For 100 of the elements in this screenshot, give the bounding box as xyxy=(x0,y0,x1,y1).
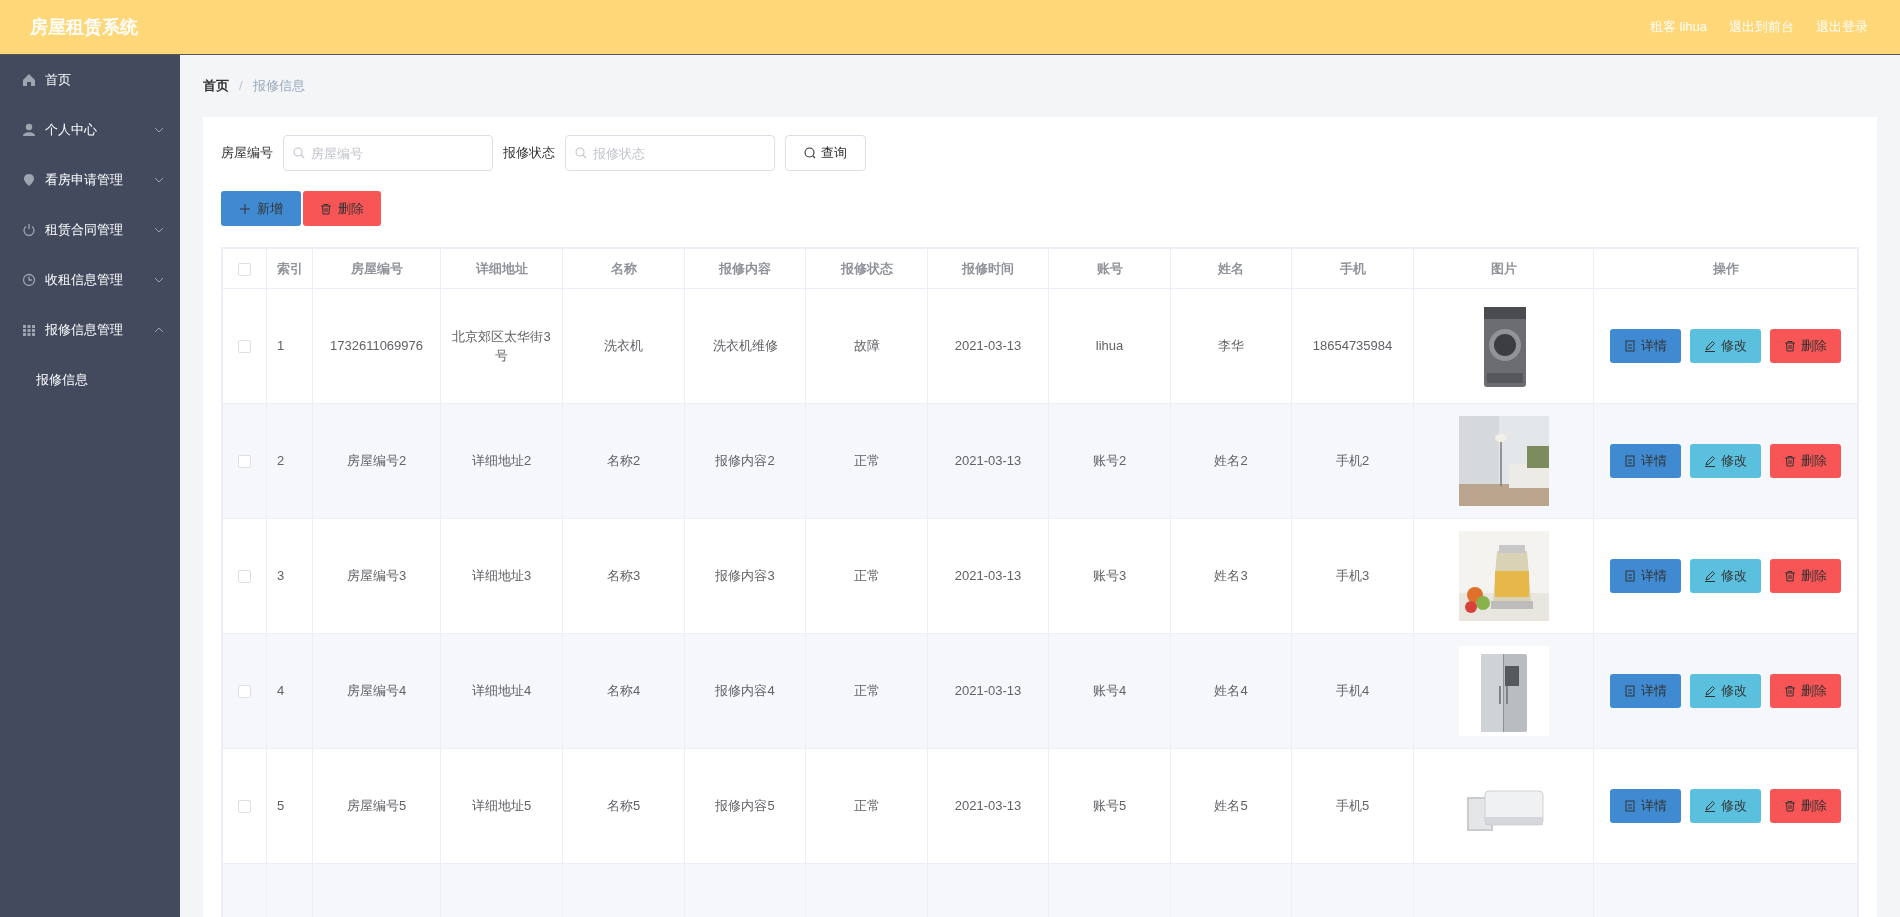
table-cell: 名称3 xyxy=(562,518,685,634)
table-cell: 姓名4 xyxy=(1170,633,1292,749)
edit-button[interactable]: 修改 xyxy=(1690,789,1761,823)
trash-icon xyxy=(320,202,332,215)
table-cell: 详细地址3 xyxy=(440,518,563,634)
sidebar-item[interactable]: 租赁合同管理 xyxy=(0,205,180,255)
table-cell: 手机3 xyxy=(1291,518,1414,634)
grid-icon xyxy=(22,323,36,337)
query-button[interactable]: 查询 xyxy=(785,135,866,171)
table-cell: 3 xyxy=(266,518,313,634)
table-cell: 2021-03-13 xyxy=(927,518,1049,634)
checkbox[interactable] xyxy=(238,800,251,814)
edit-button[interactable]: 修改 xyxy=(1690,674,1761,708)
search-field[interactable]: 房屋编号 xyxy=(283,135,493,171)
table-cell: 报修内容2 xyxy=(684,403,806,519)
detail-button[interactable]: 详情 xyxy=(1610,329,1681,363)
table-cell: 手机5 xyxy=(1291,748,1414,864)
table-cell: 房屋编号2 xyxy=(312,403,441,519)
table-cell: 名称4 xyxy=(562,633,685,749)
table-cell: 账号5 xyxy=(1048,748,1171,864)
table-cell: 5 xyxy=(266,748,313,864)
pencil-icon xyxy=(1704,800,1716,812)
checkbox[interactable] xyxy=(238,455,251,469)
plus-icon xyxy=(239,202,251,215)
breadcrumb-link[interactable]: 首页 xyxy=(203,76,229,96)
pencil-icon xyxy=(1704,570,1716,582)
detail-button[interactable]: 详情 xyxy=(1610,559,1681,593)
delete-button[interactable]: 删除 xyxy=(1770,674,1841,708)
delete-button[interactable]: 删除 xyxy=(1770,559,1841,593)
filter-label: 房屋编号 xyxy=(221,144,273,163)
trash-icon xyxy=(1784,800,1796,812)
column-header: 操作 xyxy=(1593,248,1858,289)
edit-button[interactable]: 修改 xyxy=(1690,559,1761,593)
pencil-icon xyxy=(1704,340,1716,352)
sidebar-item[interactable]: 首页 xyxy=(0,55,180,105)
detail-button[interactable]: 详情 xyxy=(1610,674,1681,708)
delete-button[interactable]: 删除 xyxy=(1770,444,1841,478)
table-cell: 报修内容3 xyxy=(684,518,806,634)
app-title: 房屋租赁系统 xyxy=(30,15,138,39)
checkbox[interactable] xyxy=(238,262,251,276)
checkbox[interactable] xyxy=(238,685,251,699)
column-header: 索引 xyxy=(266,248,313,289)
delete-button[interactable]: 删除 xyxy=(1770,329,1841,363)
add-button[interactable]: 新增 xyxy=(221,191,301,226)
search-icon xyxy=(804,147,816,159)
delete-button[interactable]: 删除 xyxy=(303,191,381,226)
table-cell: 详细地址2 xyxy=(440,403,563,519)
table-cell: 正常 xyxy=(805,403,928,519)
pin-icon xyxy=(22,173,36,187)
table-cell: 正常 xyxy=(805,633,928,749)
sidebar-subitem[interactable]: 报修信息 xyxy=(0,355,180,405)
column-header: 姓名 xyxy=(1170,248,1292,289)
sidebar-item[interactable]: 看房申请管理 xyxy=(0,155,180,205)
column-header: 详细地址 xyxy=(440,248,563,289)
checkbox[interactable] xyxy=(238,340,251,354)
table-cell: 4 xyxy=(266,633,313,749)
table-cell: 房屋编号3 xyxy=(312,518,441,634)
trash-icon xyxy=(1784,685,1796,697)
table-cell: 姓名3 xyxy=(1170,518,1292,634)
table-cell: 北京郊区太华街3号 xyxy=(440,288,563,404)
table-cell: 账号2 xyxy=(1048,403,1171,519)
table-cell: lihua xyxy=(1048,288,1171,404)
table-cell: 房屋编号4 xyxy=(312,633,441,749)
column-header: 房屋编号 xyxy=(312,248,441,289)
detail-button[interactable]: 详情 xyxy=(1610,789,1681,823)
search-field[interactable]: 报修状态 xyxy=(565,135,775,171)
search-icon xyxy=(293,147,305,159)
table-cell: 姓名5 xyxy=(1170,748,1292,864)
sidebar-item[interactable]: 个人中心 xyxy=(0,105,180,155)
table-cell: 1732611069976 xyxy=(312,288,441,404)
table-cell: 正常 xyxy=(805,518,928,634)
table-cell: 2021-03-13 xyxy=(927,288,1049,404)
delete-button[interactable]: 删除 xyxy=(1770,789,1841,823)
pencil-icon xyxy=(1704,455,1716,467)
detail-button[interactable]: 详情 xyxy=(1610,444,1681,478)
document-icon xyxy=(1624,340,1636,352)
edit-button[interactable]: 修改 xyxy=(1690,329,1761,363)
breadcrumb-separator: / xyxy=(239,77,243,96)
table-cell: 洗衣机维修 xyxy=(684,288,806,404)
sidebar-item[interactable]: 收租信息管理 xyxy=(0,255,180,305)
table-cell: 18654735984 xyxy=(1291,288,1414,404)
search-icon xyxy=(575,147,587,159)
column-header: 报修时间 xyxy=(927,248,1049,289)
table-cell: 洗衣机 xyxy=(562,288,685,404)
table-cell: 报修内容5 xyxy=(684,748,806,864)
trash-icon xyxy=(1784,455,1796,467)
table-cell: 账号4 xyxy=(1048,633,1171,749)
checkbox[interactable] xyxy=(238,570,251,584)
table-cell: 详细地址4 xyxy=(440,633,563,749)
edit-button[interactable]: 修改 xyxy=(1690,444,1761,478)
table-cell: 名称2 xyxy=(562,403,685,519)
sidebar-item[interactable]: 报修信息管理 xyxy=(0,305,180,355)
column-header: 报修状态 xyxy=(805,248,928,289)
column-header: 账号 xyxy=(1048,248,1171,289)
clock-icon xyxy=(22,273,36,287)
table-cell: 2021-03-13 xyxy=(927,748,1049,864)
column-header: 名称 xyxy=(562,248,685,289)
table-cell: 1 xyxy=(266,288,313,404)
table-cell: 正常 xyxy=(805,748,928,864)
filter-label: 报修状态 xyxy=(503,144,555,163)
